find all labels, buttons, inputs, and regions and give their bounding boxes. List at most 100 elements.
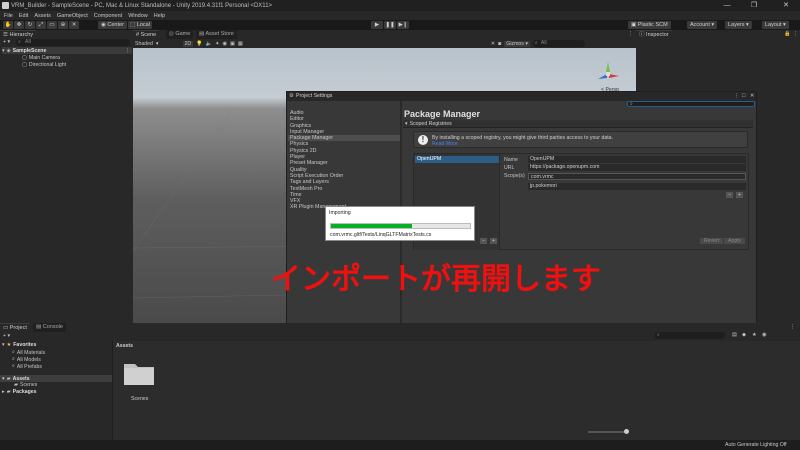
registry-item-selected[interactable]: OpenUPM [415,156,499,163]
progress-bar [330,223,471,229]
menu-help[interactable]: Help [154,13,165,19]
foldout-arrow-icon: ▾ [405,120,408,127]
list-item[interactable]: ▢ Directional Light [22,61,66,68]
tab-inspector[interactable]: ⓘ Inspector [636,30,672,39]
scale-tool-icon[interactable]: ⤢ [36,21,46,29]
list-item[interactable]: ⌕ All Materials [12,349,45,356]
add-scope-button[interactable]: + [736,192,744,198]
minimize-button[interactable]: — [716,0,738,11]
rotate-tool-icon[interactable]: ↻ [25,21,35,29]
panel-menu-icon[interactable]: ⋮ [628,31,633,37]
gizmos-dropdown[interactable]: Gizmos ▾ [504,40,530,47]
maximize-button[interactable]: ❐ [743,0,765,11]
tab-scene[interactable]: # Scene [133,30,160,39]
move-tool-icon[interactable]: ✥ [14,21,24,29]
menu-component[interactable]: Component [94,13,122,19]
rect-tool-icon[interactable]: ▭ [47,21,57,29]
layers-dropdown[interactable]: Layers ▾ [725,21,752,29]
asset-store-tab-label: Asset Store [205,31,234,37]
shading-dropdown[interactable]: Shaded [135,41,153,47]
account-dropdown[interactable]: Account ▾ [687,21,718,29]
name-input[interactable]: OpenUPM [528,156,746,163]
lock-icon[interactable]: 🔒 [784,31,790,37]
scene-row[interactable]: ▾ ◈ SampleScene ⋮ [2,47,132,54]
custom-tool-icon[interactable]: ✕ [69,21,79,29]
2d-toggle[interactable]: 2D [182,40,194,47]
project-search-input[interactable]: ⌕ [655,332,725,339]
pivot-local-toggle[interactable]: ⬚ Local [128,21,152,29]
close-icon[interactable]: ✕ [750,93,754,99]
hierarchy-search-input[interactable]: ⌕ All [16,39,130,46]
scope-input[interactable]: com.vrmc [528,173,746,180]
maximize-icon[interactable]: □ [742,93,745,99]
list-item[interactable]: ⌕ All Prefabs [12,363,42,370]
effects-icon[interactable]: ✦ [215,41,219,47]
layout-dropdown[interactable]: Layout ▾ [762,21,789,29]
hidden-count-icon[interactable]: ◉ [762,332,767,338]
step-button[interactable]: ▶❙ [397,21,409,29]
more-icon[interactable]: ⋮ [125,48,130,54]
remove-registry-button[interactable]: − [480,238,488,244]
tab-hierarchy[interactable]: ☰ Hierarchy [0,30,37,39]
audio-icon[interactable]: 🔈 [206,41,212,47]
assets-row[interactable]: ▾ ▰ Assets [0,375,112,382]
apply-button[interactable]: Apply [724,238,745,244]
menu-window[interactable]: Window [128,13,148,19]
favorite-icon[interactable]: ★ [752,332,757,338]
pivot-center-toggle[interactable]: ◉ Center [98,21,127,29]
hand-tool-icon[interactable]: ✋ [3,21,13,29]
tab-game[interactable]: ◎ Game [166,30,194,39]
read-more-link[interactable]: Read More [432,141,458,147]
revert-button[interactable]: Revert [700,238,724,244]
breadcrumb[interactable]: Assets [116,343,133,349]
tab-console[interactable]: ▤ Console [33,323,66,332]
list-item[interactable]: ▰ Scenes [14,382,37,388]
scoped-registries-header[interactable]: ▾ Scoped Registries [403,120,753,128]
orientation-gizmo[interactable] [595,60,621,86]
expand-arrow-icon[interactable]: ▾ [2,48,5,54]
scene-camera-icon[interactable]: ◙ [498,41,501,47]
importing-file: com.vrmc.gltf/Tests/LinqGLTFMatrixTests.… [330,232,432,238]
grid-icon[interactable]: ▦ [238,41,243,47]
favorites-row[interactable]: ▾ ★ Favorites [2,342,36,348]
close-button[interactable]: ✕ [775,0,797,11]
icon-size-slider[interactable] [588,429,629,434]
pause-button[interactable]: ❚❚ [384,21,396,29]
progress-fill [331,224,412,228]
scene-search-input[interactable]: ⌕ All [532,40,585,47]
favorite-label: All Models [16,356,41,363]
scope-input[interactable]: jp.pokemori [528,183,746,190]
hidden-objects-icon[interactable]: ◉ [222,41,227,47]
menu-gameobject[interactable]: GameObject [57,13,88,19]
panel-menu-icon[interactable]: ⋮ [793,31,798,37]
folder-asset[interactable] [124,361,154,385]
menu-edit[interactable]: Edit [19,13,28,19]
filter-label-icon[interactable]: ◆ [742,332,746,338]
play-button[interactable]: ▶ [371,21,383,29]
menu-assets[interactable]: Assets [34,13,51,19]
overlay-caption: インポートが再開します [271,262,601,297]
plastic-scm-button[interactable]: ▣ Plastic SCM [628,21,671,29]
packages-row[interactable]: ▸ ▰ Packages [2,389,37,395]
slider-handle[interactable] [624,429,629,434]
add-gameobject-button[interactable]: + ▾ [3,39,10,45]
panel-menu-icon[interactable]: ⋮ [734,93,739,99]
panel-menu-icon[interactable]: ⋮ [790,324,795,330]
menu-file[interactable]: File [4,13,13,19]
url-input[interactable]: https://package.openupm.com [528,164,746,171]
add-registry-button[interactable]: + [490,238,498,244]
camera-icon[interactable]: ▣ [230,41,235,47]
create-asset-button[interactable]: + ▾ [3,333,10,339]
tab-project[interactable]: ▭ Project [0,323,30,332]
filter-type-icon[interactable]: ▤ [732,332,737,338]
remove-scope-button[interactable]: − [726,192,734,198]
list-item[interactable]: ▢ Main Camera [22,54,60,61]
window-title: VRM_Builder - SampleScene - PC, Mac & Li… [11,2,273,9]
tools-icon[interactable]: ✕ [491,41,495,47]
transform-tool-icon[interactable]: ⊕ [58,21,68,29]
warning-icon: ! [418,135,428,145]
tab-asset-store[interactable]: ▤ Asset Store [196,30,237,39]
list-item[interactable]: ⌕ All Models [12,356,41,363]
folder-icon: ▰ [6,389,11,395]
lighting-icon[interactable]: 💡 [196,41,202,47]
